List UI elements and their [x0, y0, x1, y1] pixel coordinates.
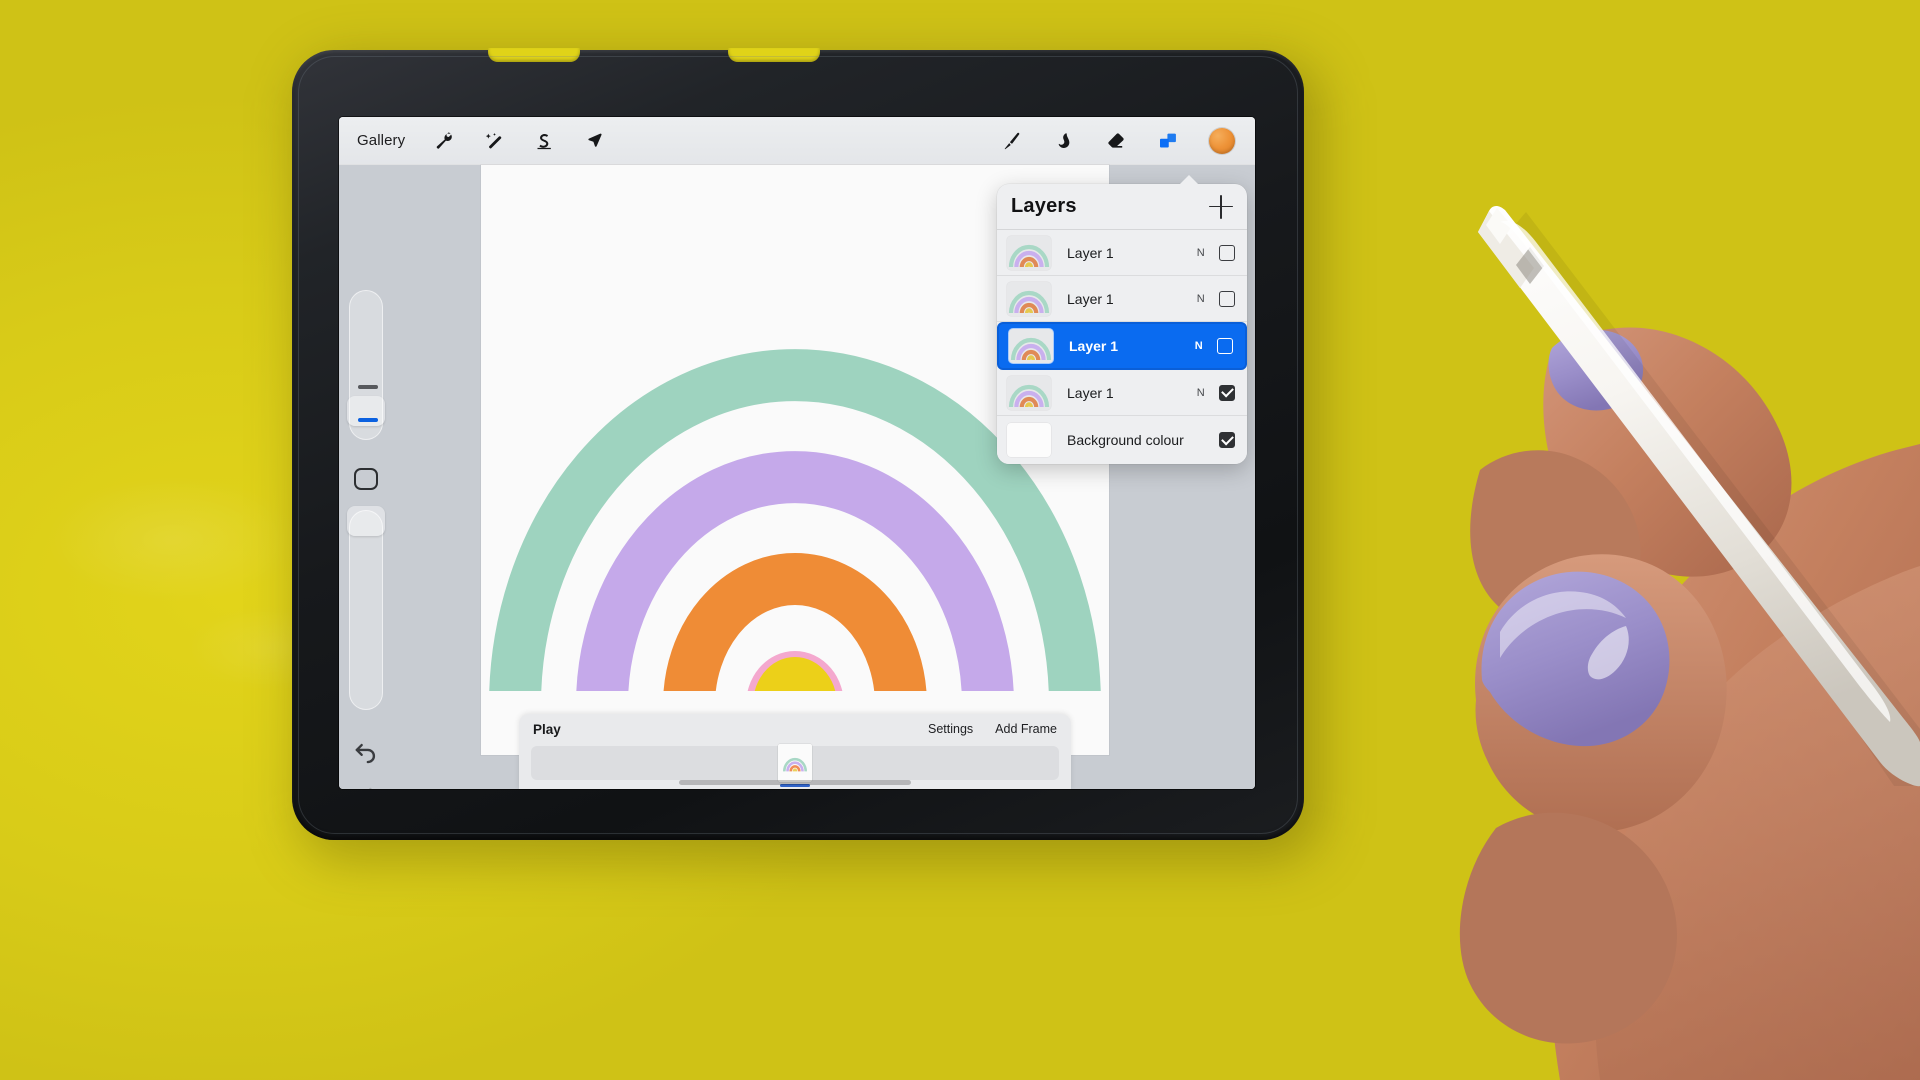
layer-row[interactable]: Layer 1 N — [997, 370, 1247, 416]
background-swatch — [1007, 423, 1051, 457]
settings-button[interactable]: Settings — [928, 722, 973, 736]
brush-opacity-indicator — [358, 418, 378, 422]
layer-thumbnail — [1007, 235, 1051, 270]
layer-visibility-checkbox[interactable] — [1219, 244, 1235, 261]
brush-icon[interactable] — [1001, 130, 1023, 152]
toolbar-left-group: Gallery — [339, 130, 605, 152]
layer-blend-mode[interactable]: N — [1197, 293, 1205, 305]
add-layer-button[interactable] — [1209, 194, 1233, 219]
layers-icon[interactable] — [1157, 130, 1179, 152]
layer-row[interactable]: Layer 1 N — [997, 322, 1247, 370]
frame-thumbnail[interactable] — [778, 744, 812, 782]
app-toolbar: Gallery — [339, 117, 1255, 165]
layer-name: Layer 1 — [1069, 338, 1119, 354]
brush-sidebar — [347, 290, 385, 789]
background-visibility-checkbox[interactable] — [1219, 432, 1235, 448]
color-swatch-button[interactable] — [1209, 127, 1235, 154]
layer-blend-mode[interactable]: N — [1197, 387, 1205, 399]
layer-row[interactable]: Layer 1 N — [997, 230, 1247, 276]
case-notch-right — [728, 48, 820, 62]
layer-name: Layer 1 — [1067, 384, 1114, 401]
add-frame-button[interactable]: Add Frame — [995, 722, 1057, 736]
layer-rows-container: Layer 1 N Layer 1 N Layer 1 N Layer 1 N — [997, 230, 1247, 416]
brush-opacity-handle[interactable] — [347, 506, 385, 536]
canvas-workspace: Layers Layer 1 N Layer 1 N Layer 1 N Layer… — [339, 165, 1255, 789]
layer-blend-mode[interactable]: N — [1197, 247, 1205, 259]
frame-strip[interactable] — [531, 744, 1059, 787]
animation-bar-actions: Settings Add Frame — [928, 722, 1057, 736]
layers-title: Layers — [1011, 195, 1077, 217]
layer-visibility-checkbox[interactable] — [1217, 338, 1233, 354]
animation-assist-bar: Play Settings Add Frame — [519, 714, 1071, 789]
layer-visibility-checkbox[interactable] — [1219, 384, 1235, 401]
background-row-label: Background colour — [1067, 432, 1184, 448]
frame-rainbow-icon — [782, 757, 808, 772]
adjustments-wand-icon[interactable] — [483, 130, 505, 152]
tablet-device: Gallery Layers Layer 1 N Layer 1 N Layer… — [292, 48, 1304, 840]
undo-icon[interactable] — [353, 738, 379, 764]
layer-name: Layer 1 — [1067, 244, 1114, 261]
layer-thumbnail — [1007, 375, 1051, 410]
layer-row-background[interactable]: Background colour — [997, 416, 1247, 464]
layer-row[interactable]: Layer 1 N — [997, 276, 1247, 322]
toolbar-right-group — [1001, 127, 1255, 154]
animation-bar-top-row: Play Settings Add Frame — [519, 714, 1071, 744]
layer-blend-mode[interactable]: N — [1195, 340, 1203, 352]
layers-panel-pointer — [1178, 175, 1200, 186]
modify-square-button[interactable] — [354, 468, 378, 490]
eraser-icon[interactable] — [1105, 130, 1127, 152]
selection-s-icon[interactable] — [533, 130, 555, 152]
brush-opacity-slider[interactable] — [349, 510, 383, 710]
layer-visibility-checkbox[interactable] — [1219, 290, 1235, 307]
tablet-screen: Gallery Layers Layer 1 N Layer 1 N Layer… — [339, 117, 1255, 789]
redo-icon[interactable] — [353, 782, 379, 789]
actions-wrench-icon[interactable] — [433, 130, 455, 152]
layer-thumbnail — [1007, 281, 1051, 316]
smudge-icon[interactable] — [1053, 130, 1075, 152]
layer-thumbnail — [1009, 329, 1053, 363]
play-button[interactable]: Play — [533, 722, 561, 737]
transform-arrow-icon[interactable] — [583, 130, 605, 152]
gallery-button[interactable]: Gallery — [357, 132, 405, 149]
home-indicator — [679, 780, 911, 785]
layer-name: Layer 1 — [1067, 290, 1114, 307]
brush-size-indicator — [358, 385, 378, 389]
layers-panel-header: Layers — [997, 184, 1247, 230]
layers-panel: Layers Layer 1 N Layer 1 N Layer 1 N Layer… — [997, 184, 1247, 464]
case-notch-left — [488, 48, 580, 62]
